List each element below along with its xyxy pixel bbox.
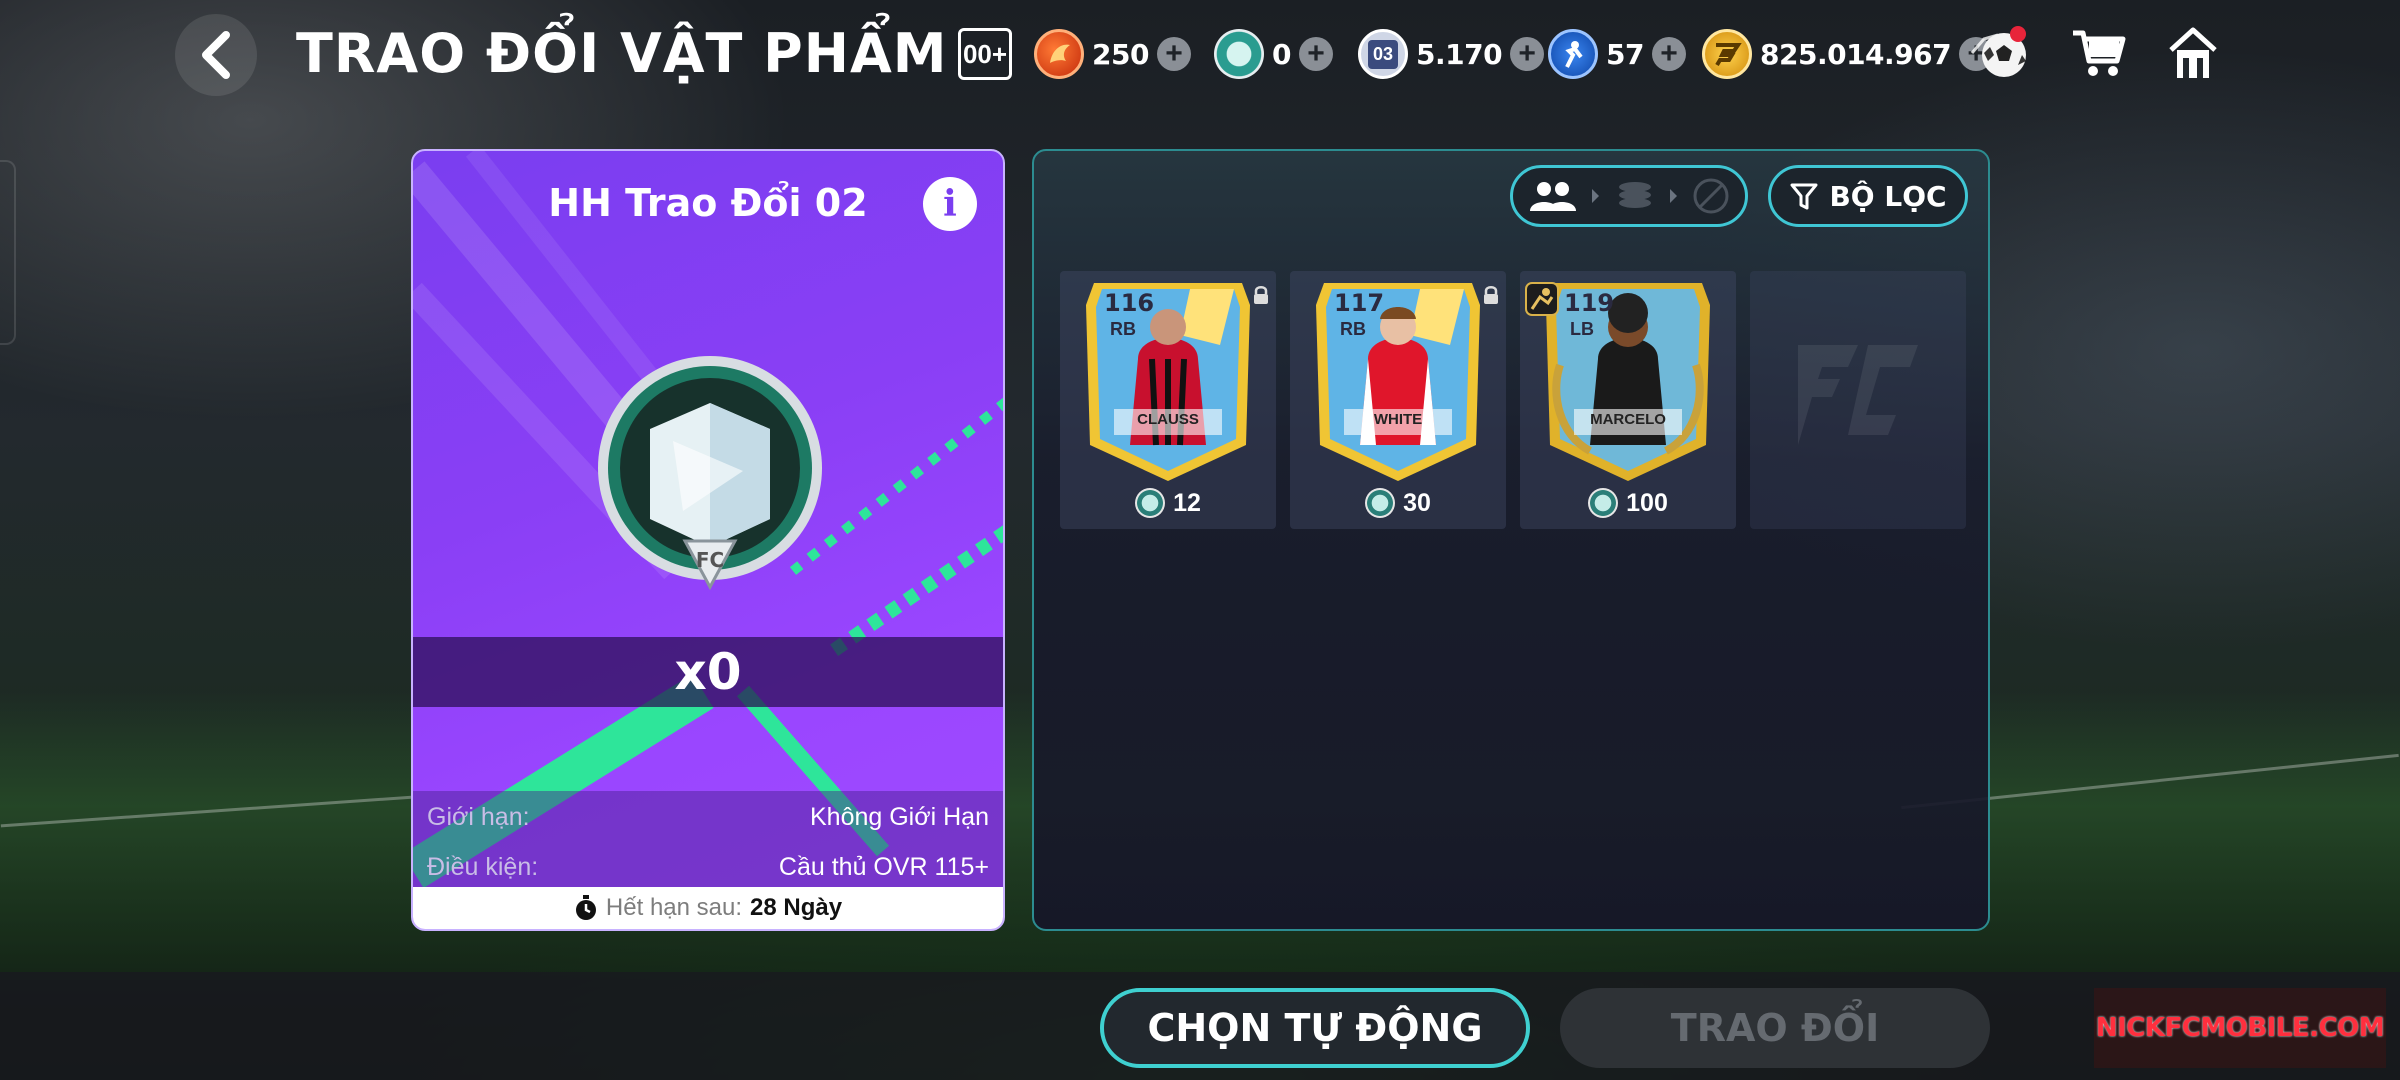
special-skill-badge-icon xyxy=(1525,282,1559,316)
players-icon xyxy=(1529,182,1576,211)
player-slot[interactable]: 116 RB CLAUSS 12 xyxy=(1060,271,1276,529)
currency-value: 57 xyxy=(1606,37,1644,71)
expire-value: 28 Ngày xyxy=(750,894,843,921)
currency-value: 0 xyxy=(1272,37,1291,71)
exchange-token-icon xyxy=(1365,488,1396,518)
currency-fc-points: 250 + xyxy=(1034,26,1191,82)
player-price-value: 30 xyxy=(1403,488,1431,517)
chevron-right-icon xyxy=(1592,189,1600,203)
currency-player-skill: 57 + xyxy=(1548,26,1686,82)
exchange-token-emblem-icon: FC xyxy=(598,356,822,591)
chevron-left-icon xyxy=(202,31,230,79)
player-skill-icon xyxy=(1548,29,1598,79)
fc-points-coin-icon xyxy=(1034,29,1084,79)
filter-button[interactable]: BỘ LỌC xyxy=(1768,165,1968,227)
currency-value: 250 xyxy=(1092,37,1149,71)
player-position: LB xyxy=(1570,319,1594,339)
back-button[interactable] xyxy=(175,14,257,96)
coin-stack-icon xyxy=(1618,182,1651,208)
filter-steps[interactable] xyxy=(1510,165,1748,227)
currency-value: 5.170 xyxy=(1416,37,1503,71)
level-03-label: 03 xyxy=(1367,39,1399,69)
notification-dot xyxy=(2010,26,2026,42)
limit-label: Giới hạn: xyxy=(427,802,530,831)
player-position: RB xyxy=(1340,319,1366,339)
item-title: HH Trao Đổi 02 xyxy=(548,181,868,225)
currency-level-03: 03 5.170 + xyxy=(1358,26,1545,82)
shop-button[interactable] xyxy=(2066,20,2132,86)
player-price-value: 12 xyxy=(1173,488,1201,517)
player-ovr: 116 xyxy=(1104,289,1155,317)
top-bar: TRAO ĐỔI VẬT PHẨM 00+ 250 + 0 + 03 5.170… xyxy=(0,0,2400,110)
item-quantity: x0 xyxy=(413,637,1003,707)
player-price: 100 xyxy=(1520,485,1736,521)
level-03-icon: 03 xyxy=(1358,29,1408,79)
exchange-item-card: HH Trao Đổi 02 i FC x0 Giới hạn: Không G… xyxy=(411,149,1005,931)
filter-funnel-icon xyxy=(1790,183,1818,210)
shopping-cart-icon xyxy=(2073,30,2126,76)
player-name: CLAUSS xyxy=(1137,411,1199,428)
info-button[interactable]: i xyxy=(923,177,977,231)
add-player-skill-button[interactable]: + xyxy=(1651,37,1686,71)
player-name: WHITE xyxy=(1373,411,1423,428)
ball-events-button[interactable] xyxy=(1966,20,2032,86)
exchange-token-icon xyxy=(1588,488,1619,518)
add-fc-points-button[interactable]: + xyxy=(1156,37,1191,71)
currency-value: 825.014.967 xyxy=(1760,37,1952,71)
player-position: RB xyxy=(1110,319,1136,339)
page-title: TRAO ĐỔI VẬT PHẨM xyxy=(296,22,948,85)
home-icon xyxy=(2169,27,2217,78)
player-slot[interactable]: 119 LB MARCELO 100 xyxy=(1520,271,1736,529)
player-ovr: 117 xyxy=(1334,289,1385,317)
player-price: 30 xyxy=(1290,485,1506,521)
svg-text:FC: FC xyxy=(696,548,724,572)
player-selection-panel: BỘ LỌC 116 RB CLAUSS 12 117 RB WHITE 30 … xyxy=(1032,149,1990,931)
watermark: NICKFCMOBILE.COM xyxy=(2094,988,2386,1068)
player-price: 12 xyxy=(1060,485,1276,521)
exchange-token-icon xyxy=(1135,488,1166,518)
side-drawer-handle[interactable] xyxy=(0,160,16,345)
player-price-value: 100 xyxy=(1626,488,1668,517)
lock-icon xyxy=(1254,286,1268,304)
trade-button[interactable]: TRAO ĐỔI xyxy=(1560,988,1990,1068)
currency-exchange-token: 0 + xyxy=(1214,26,1333,82)
fc-logo-icon xyxy=(1798,345,1918,445)
empty-player-slot xyxy=(1750,271,1966,529)
no-trade-icon xyxy=(1693,178,1729,214)
lock-icon xyxy=(1484,286,1498,304)
ovr-badge: 00+ xyxy=(958,28,1012,80)
expire-bar: Hết hạn sau: 28 Ngày xyxy=(413,887,1003,929)
condition-value: Cầu thủ OVR 115+ xyxy=(778,852,989,881)
filter-label: BỘ LỌC xyxy=(1829,179,1947,213)
home-button[interactable] xyxy=(2160,20,2226,86)
fc-coin-icon xyxy=(1702,29,1752,79)
add-exchange-token-button[interactable]: + xyxy=(1298,37,1333,71)
item-info-rows: Giới hạn: Không Giới Hạn Điều kiện: Cầu … xyxy=(413,791,1003,891)
add-level-03-button[interactable]: + xyxy=(1510,37,1545,71)
player-ovr: 119 xyxy=(1564,289,1615,317)
player-slot[interactable]: 117 RB WHITE 30 xyxy=(1290,271,1506,529)
player-name: MARCELO xyxy=(1590,411,1666,428)
currency-fc-coins: 825.014.967 + xyxy=(1702,26,1994,82)
auto-select-button[interactable]: CHỌN TỰ ĐỘNG xyxy=(1100,988,1530,1068)
expire-label: Hết hạn sau: xyxy=(605,894,743,921)
condition-label: Điều kiện: xyxy=(427,852,539,881)
limit-value: Không Giới Hạn xyxy=(810,802,989,831)
exchange-token-icon xyxy=(1214,29,1264,79)
chevron-right-icon xyxy=(1669,189,1677,203)
condition-row: Điều kiện: Cầu thủ OVR 115+ xyxy=(427,843,989,891)
limit-row: Giới hạn: Không Giới Hạn xyxy=(427,793,989,841)
stopwatch-icon xyxy=(575,895,596,920)
